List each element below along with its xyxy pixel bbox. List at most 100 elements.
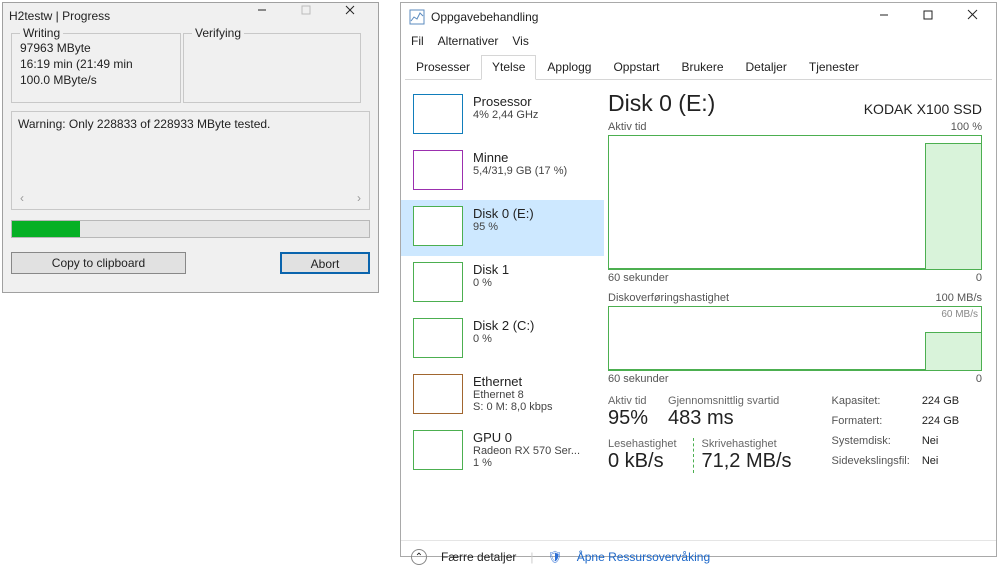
- stat-resp-label: Gjennomsnittlig svartid: [668, 395, 779, 407]
- minimize-button[interactable]: [240, 5, 284, 27]
- chart1-bottomright: 0: [976, 272, 982, 284]
- stat-write-value: 71,2 MB/s: [702, 450, 792, 473]
- titlebar[interactable]: Oppgavebehandling: [401, 3, 996, 31]
- abort-button[interactable]: Abort: [280, 252, 370, 274]
- menu-options[interactable]: Alternativer: [438, 34, 499, 48]
- fewer-details-link[interactable]: Færre detaljer: [441, 550, 516, 564]
- stat-write-label: Skrivehastighet: [702, 438, 792, 450]
- sidebar-item-sub: Radeon RX 570 Ser...: [473, 445, 580, 457]
- stat-active-value: 95%: [608, 407, 648, 430]
- stat-resp-value: 483 ms: [668, 407, 779, 430]
- tab-processes[interactable]: Prosesser: [405, 55, 481, 80]
- window-title: H2testw | Progress: [9, 9, 240, 23]
- minimize-button[interactable]: [862, 3, 906, 31]
- sidebar-item-disk1[interactable]: Disk 1 0 %: [401, 256, 604, 312]
- disk-thumb-icon: [413, 318, 463, 358]
- copy-to-clipboard-button[interactable]: Copy to clipboard: [11, 252, 186, 274]
- menu-bar: Fil Alternativer Vis: [401, 31, 996, 54]
- ethernet-thumb-icon: [413, 374, 463, 414]
- chart2-topright: 100 MB/s: [936, 292, 982, 304]
- chart2-bottomright: 0: [976, 373, 982, 385]
- writing-legend: Writing: [20, 26, 63, 40]
- memory-thumb-icon: [413, 150, 463, 190]
- sidebar-item-ethernet[interactable]: Ethernet Ethernet 8 S: 0 M: 8,0 kbps: [401, 368, 604, 424]
- close-button[interactable]: [950, 3, 994, 31]
- chart1-bottomleft: 60 sekunder: [608, 272, 669, 284]
- sidebar-item-label: Ethernet: [473, 374, 552, 389]
- stat-active-label: Aktiv tid: [608, 395, 648, 407]
- tab-performance[interactable]: Ytelse: [481, 55, 536, 80]
- task-manager-window: Oppgavebehandling Fil Alternativer Vis P…: [400, 2, 997, 557]
- chart2-ref-label: 60 MB/s: [941, 309, 978, 320]
- task-manager-icon: [409, 9, 425, 25]
- sidebar-item-disk2[interactable]: Disk 2 (C:) 0 %: [401, 312, 604, 368]
- menu-file[interactable]: Fil: [411, 34, 424, 48]
- disk-thumb-icon: [413, 262, 463, 302]
- sidebar-item-sub: 5,4/31,9 GB (17 %): [473, 165, 567, 177]
- cpu-thumb-icon: [413, 94, 463, 134]
- tab-services[interactable]: Tjenester: [798, 55, 870, 80]
- progress-fill: [12, 221, 80, 237]
- tab-strip: Prosesser Ytelse Applogg Oppstart Bruker…: [405, 54, 992, 80]
- progress-bar: [11, 220, 370, 238]
- cap-key: Sidevekslingsfil:: [832, 455, 910, 473]
- tab-startup[interactable]: Oppstart: [602, 55, 670, 80]
- sidebar-item-sub: 0 %: [473, 333, 534, 345]
- sidebar-item-label: Disk 0 (E:): [473, 206, 534, 221]
- writing-rate: 100.0 MByte/s: [20, 72, 172, 88]
- cap-key: Kapasitet:: [832, 395, 910, 413]
- gpu-thumb-icon: [413, 430, 463, 470]
- cap-val: 224 GB: [922, 415, 959, 433]
- disk-model: KODAK X100 SSD: [864, 101, 982, 117]
- sidebar-item-label: Minne: [473, 150, 567, 165]
- open-resource-monitor-link[interactable]: Åpne Ressursovervåking: [577, 550, 710, 564]
- sidebar-item-sub: S: 0 M: 8,0 kbps: [473, 401, 552, 413]
- cap-key: Systemdisk:: [832, 435, 910, 453]
- active-time-chart[interactable]: [608, 135, 982, 270]
- tab-users[interactable]: Brukere: [670, 55, 734, 80]
- window-title: Oppgavebehandling: [431, 10, 862, 24]
- verifying-legend: Verifying: [192, 26, 244, 40]
- scroll-right-icon[interactable]: ›: [351, 191, 367, 207]
- maximize-button[interactable]: [906, 3, 950, 31]
- sidebar-item-disk0[interactable]: Disk 0 (E:) 95 %: [401, 200, 604, 256]
- scroll-left-icon[interactable]: ‹: [14, 191, 30, 207]
- chevron-up-icon[interactable]: ⌃: [411, 549, 427, 565]
- sidebar-item-label: Disk 1: [473, 262, 509, 277]
- chart2-title: Diskoverføringshastighet: [608, 292, 729, 304]
- menu-view[interactable]: Vis: [512, 34, 528, 48]
- writing-group: Writing 97963 MByte 16:19 min (21:49 min…: [11, 33, 181, 103]
- sidebar-item-sub: 4% 2,44 GHz: [473, 109, 538, 121]
- writing-time: 16:19 min (21:49 min: [20, 56, 172, 72]
- sidebar-item-sub: 0 %: [473, 277, 509, 289]
- disk-thumb-icon: [413, 206, 463, 246]
- transfer-rate-chart[interactable]: 60 MB/s: [608, 306, 982, 371]
- cap-val: Nei: [922, 435, 959, 453]
- sidebar: Prosessor 4% 2,44 GHz Minne 5,4/31,9 GB …: [401, 80, 604, 540]
- footer: ⌃ Færre detaljer | 🛡 Åpne Ressursovervåk…: [401, 540, 996, 573]
- sidebar-item-sub: Ethernet 8: [473, 389, 552, 401]
- maximize-button: [284, 5, 328, 27]
- shield-icon: 🛡: [547, 550, 562, 564]
- warning-text: Warning: Only 228833 of 228933 MByte tes…: [18, 117, 363, 131]
- chart1-topright: 100 %: [951, 121, 982, 133]
- chart1-topleft: Aktiv tid: [608, 121, 647, 133]
- disk-heading: Disk 0 (E:): [608, 90, 715, 117]
- tab-details[interactable]: Detaljer: [735, 55, 798, 80]
- tab-app-history[interactable]: Applogg: [536, 55, 602, 80]
- sidebar-item-memory[interactable]: Minne 5,4/31,9 GB (17 %): [401, 144, 604, 200]
- cap-val: Nei: [922, 455, 959, 473]
- capacity-grid: Kapasitet:224 GB Formatert:224 GB System…: [832, 395, 960, 473]
- stat-read-value: 0 kB/s: [608, 450, 677, 473]
- cap-val: 224 GB: [922, 395, 959, 413]
- sidebar-item-sub: 95 %: [473, 221, 534, 233]
- main-panel: Disk 0 (E:) KODAK X100 SSD Aktiv tid 100…: [604, 80, 996, 540]
- sidebar-item-cpu[interactable]: Prosessor 4% 2,44 GHz: [401, 88, 604, 144]
- close-button[interactable]: [328, 5, 372, 27]
- sidebar-item-gpu[interactable]: GPU 0 Radeon RX 570 Ser... 1 %: [401, 424, 604, 480]
- h2testw-window: H2testw | Progress Writing 97963 MByte 1…: [2, 2, 379, 293]
- sidebar-item-label: Disk 2 (C:): [473, 318, 534, 333]
- stat-read-label: Lesehastighet: [608, 438, 677, 450]
- chart2-bottomleft: 60 sekunder: [608, 373, 669, 385]
- writing-size: 97963 MByte: [20, 40, 172, 56]
